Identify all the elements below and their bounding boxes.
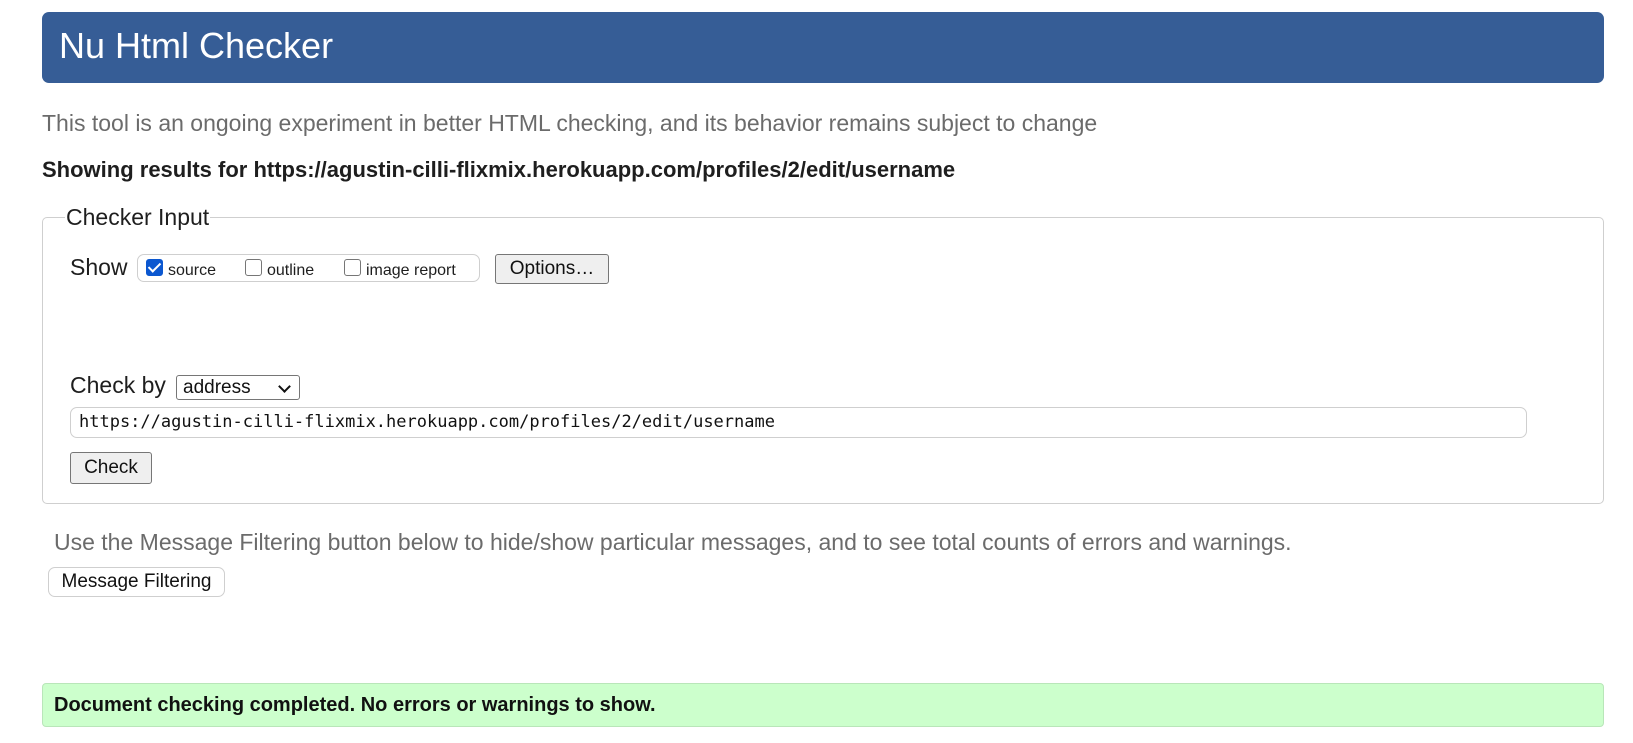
show-options-group: source outline image report	[137, 254, 480, 282]
header-banner: Nu Html Checker	[42, 12, 1604, 83]
chevron-down-icon	[278, 380, 291, 393]
page-title: Nu Html Checker	[59, 25, 334, 66]
check-by-select[interactable]: address	[176, 375, 300, 400]
status-success-message: Document checking completed. No errors o…	[42, 683, 1604, 727]
check-button[interactable]: Check	[70, 452, 152, 484]
url-input[interactable]: https://agustin-cilli-flixmix.herokuapp.…	[70, 407, 1527, 438]
image-report-label: image report	[366, 262, 456, 279]
check-by-value: address	[183, 377, 251, 398]
checker-input-legend: Checker Input	[65, 202, 211, 232]
show-outline-option[interactable]: outline	[245, 258, 314, 280]
show-image-report-option[interactable]: image report	[344, 258, 456, 280]
message-filtering-help: Use the Message Filtering button below t…	[54, 529, 1292, 555]
source-checkbox[interactable]	[146, 259, 163, 276]
source-label: source	[168, 262, 217, 279]
outline-label: outline	[267, 262, 315, 279]
show-source-option[interactable]: source	[146, 258, 216, 280]
image-report-checkbox[interactable]	[344, 259, 361, 276]
check-by-label: Check by	[70, 372, 166, 398]
page: Nu Html Checker This tool is an ongoing …	[0, 0, 1633, 743]
outline-checkbox[interactable]	[245, 259, 262, 276]
checker-input-fieldset: Checker Input Show source outline image …	[42, 202, 1604, 504]
intro-text: This tool is an ongoing experiment in be…	[42, 110, 1098, 136]
options-button[interactable]: Options…	[495, 254, 609, 284]
results-heading: Showing results for https://agustin-cill…	[42, 157, 956, 182]
show-label: Show	[70, 254, 128, 280]
message-filtering-button[interactable]: Message Filtering	[48, 567, 225, 597]
